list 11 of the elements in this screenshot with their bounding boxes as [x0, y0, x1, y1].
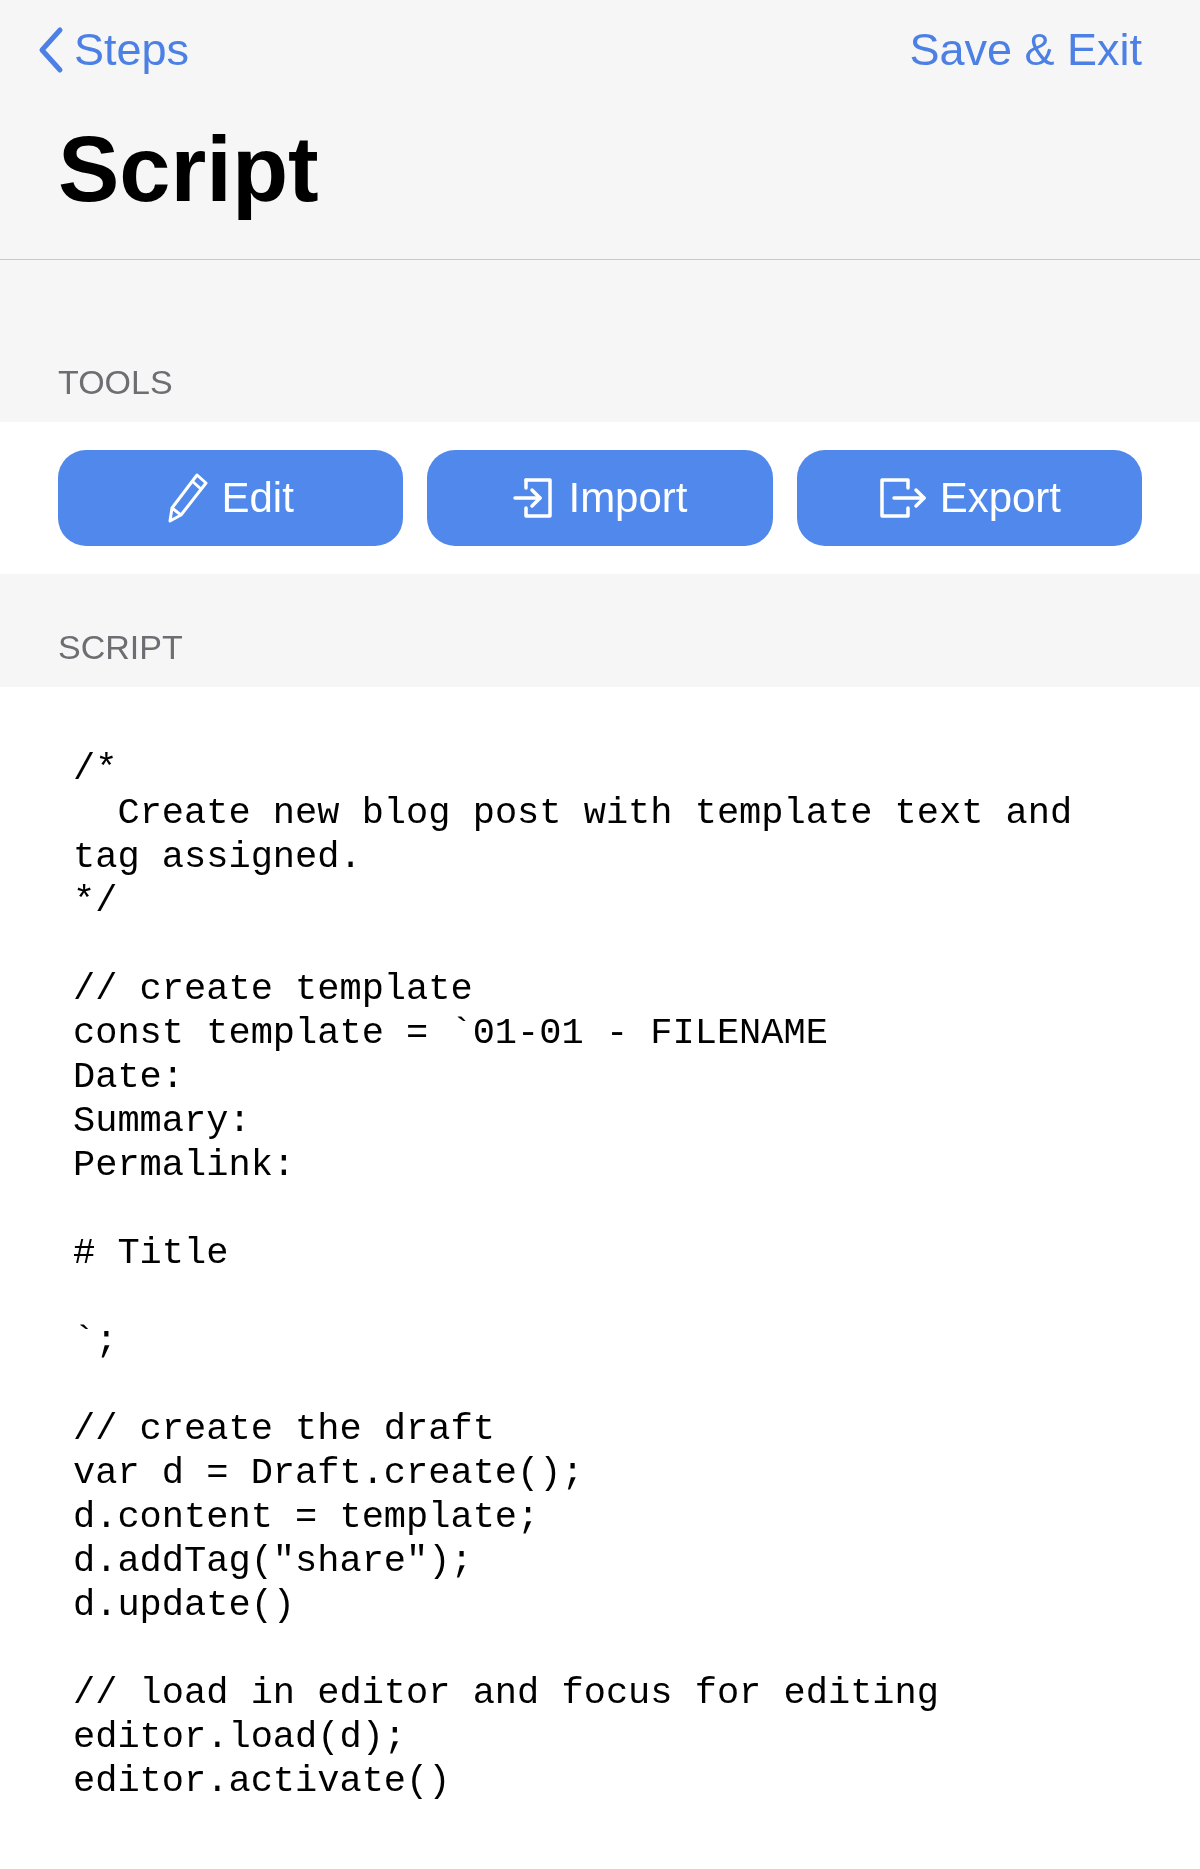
- export-button[interactable]: Export: [796, 450, 1142, 546]
- page-title: Script: [58, 117, 319, 222]
- save-exit-button[interactable]: Save & Exit: [909, 24, 1142, 76]
- script-code: /* Create new blog post with template text and tag assigned. */ // create template const template = `01-01 - FILENAME Date: Summary: Permalink: # Title `; // create the draft var d = Draft.create(); d.content = template; d.addTag("share"); d.update() // load in editor and focus for editing editor.load(d); editor.activate(): [73, 747, 1074, 1803]
- pencil-icon: [167, 472, 210, 524]
- section-header: SCRIPT: [58, 628, 183, 667]
- import-button[interactable]: Import: [427, 450, 773, 546]
- edit-button[interactable]: Edit: [58, 450, 404, 546]
- export-icon: [877, 476, 928, 520]
- back-button[interactable]: Steps: [36, 24, 190, 76]
- section-header: TOOLS: [58, 363, 173, 402]
